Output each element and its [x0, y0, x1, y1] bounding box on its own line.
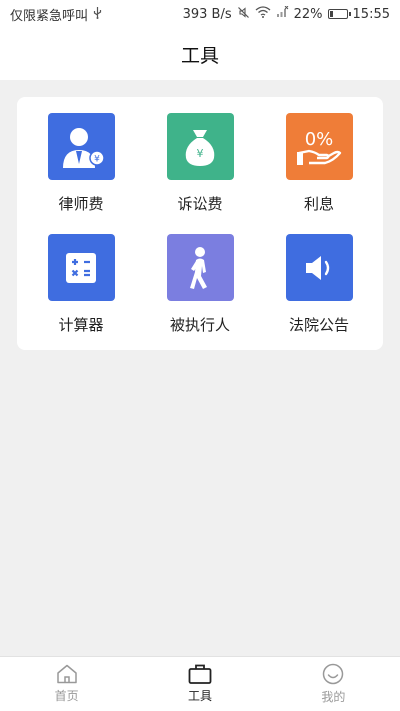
tool-label: 被执行人 — [169, 316, 230, 334]
carrier-text: 仅限紧急呼叫 — [10, 8, 89, 24]
tool-label: 诉讼费 — [177, 195, 223, 213]
battery-percent: 22% — [293, 6, 323, 22]
mute-icon — [237, 6, 250, 23]
bottom-tab-bar: 首页 工具 我的 — [0, 656, 400, 711]
tool-executed-person[interactable]: 被执行人 — [145, 234, 255, 344]
svg-text:¥: ¥ — [94, 154, 100, 164]
lawyer-fee-icon: ¥ — [47, 113, 115, 180]
clock: 15:55 — [352, 6, 390, 22]
walking-person-icon — [166, 234, 234, 301]
money-bag-icon: ¥ — [166, 113, 234, 180]
page-header: 工具 — [0, 28, 400, 80]
tab-tools[interactable]: 工具 — [133, 657, 266, 711]
tool-court-notice[interactable]: 法院公告 — [264, 234, 374, 344]
toolbox-icon — [188, 664, 212, 684]
no-signal-icon — [276, 5, 289, 22]
tab-label: 首页 — [54, 689, 79, 703]
tool-interest[interactable]: 0% 利息 — [264, 113, 374, 223]
network-speed: 393 B/s — [182, 6, 232, 22]
tab-label: 我的 — [321, 690, 346, 704]
page-title: 工具 — [180, 44, 219, 67]
svg-text:¥: ¥ — [197, 147, 204, 160]
battery-icon — [327, 9, 351, 19]
speaker-icon — [285, 234, 353, 301]
tool-lawyer-fee[interactable]: ¥ 律师费 — [26, 113, 136, 223]
tools-card: ¥ 律师费 ¥ 诉讼费 0% 利息 计算器 被执行人 法院公告 — [17, 97, 383, 350]
tool-label: 律师费 — [58, 195, 104, 213]
tool-label: 利息 — [303, 195, 334, 213]
smiley-icon — [323, 663, 344, 685]
calculator-icon — [47, 234, 115, 301]
status-bar: 仅限紧急呼叫 393 B/s 22% 15:55 — [0, 0, 400, 28]
status-left: 仅限紧急呼叫 — [10, 5, 102, 24]
tool-label: 法院公告 — [288, 316, 349, 334]
home-icon — [56, 664, 77, 684]
tool-label: 计算器 — [58, 316, 104, 334]
interest-icon: 0% — [285, 113, 353, 180]
tool-litigation-fee[interactable]: ¥ 诉讼费 — [145, 113, 255, 223]
tab-home[interactable]: 首页 — [0, 657, 133, 711]
svg-text:0%: 0% — [305, 129, 334, 150]
usb-icon — [93, 6, 102, 22]
tool-calculator[interactable]: 计算器 — [26, 234, 136, 344]
tab-mine[interactable]: 我的 — [267, 657, 400, 711]
status-right: 393 B/s 22% 15:55 — [182, 5, 390, 23]
tab-label: 工具 — [187, 689, 212, 703]
wifi-icon — [255, 6, 271, 22]
